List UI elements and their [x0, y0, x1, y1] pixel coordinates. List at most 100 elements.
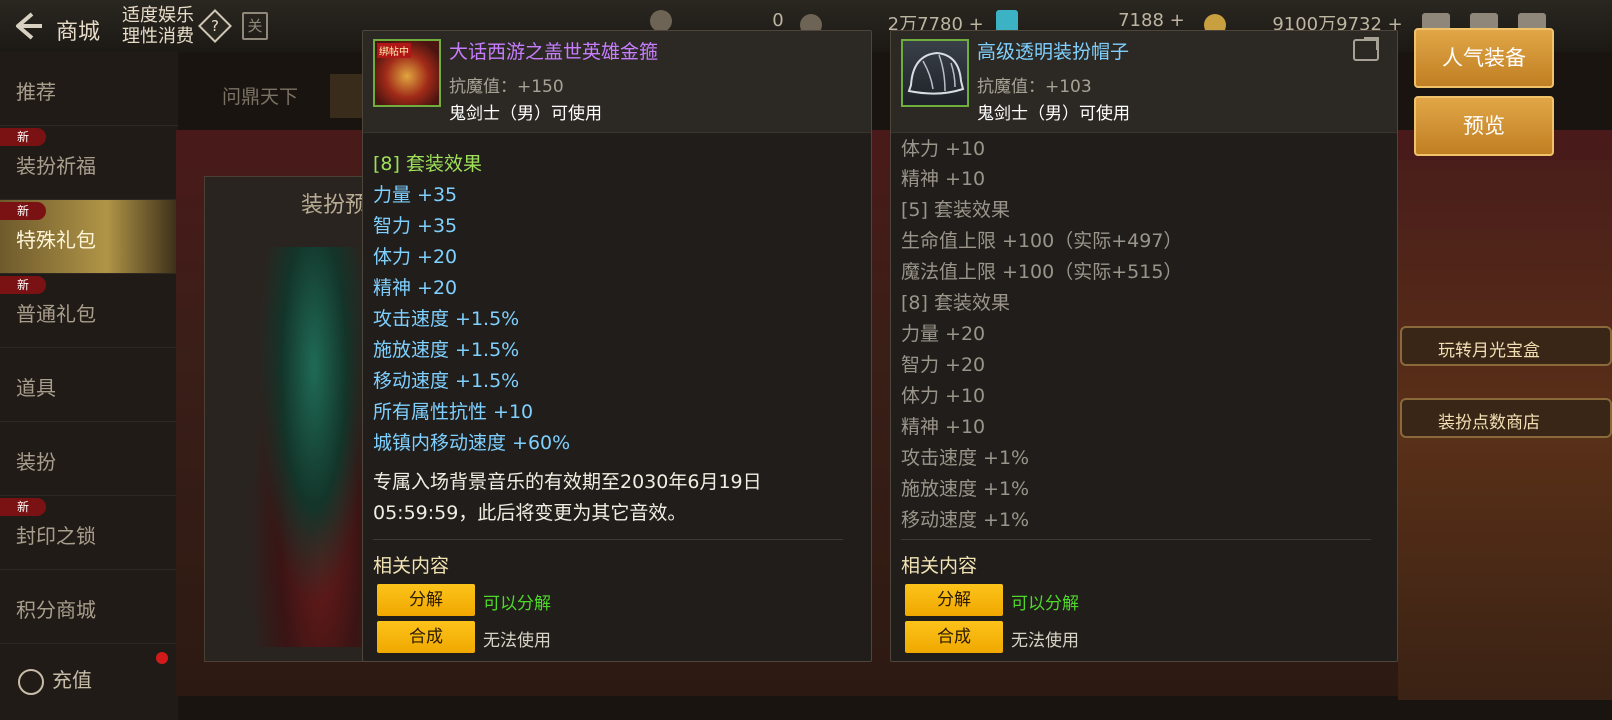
notice-line-1: 适度娱乐	[122, 5, 194, 26]
stat-line: 生命值上限 +100（实际+497）	[901, 230, 1183, 252]
sidebar-item-dress-blessing[interactable]: 新 装扮祈福	[0, 126, 178, 200]
currency-1-value: 0	[772, 10, 784, 31]
sidebar-item-normal-pack[interactable]: 新 普通礼包	[0, 274, 178, 348]
sidebar-item-special-pack[interactable]: 新 特殊礼包	[0, 200, 178, 274]
currency-3-value: 7188 +	[1118, 10, 1185, 31]
notification-dot	[156, 652, 168, 664]
stats-scroll-area[interactable]: 体力 +10 精神 +10 [5] 套装效果 生命值上限 +100（实际+497…	[891, 134, 1397, 534]
decompose-button[interactable]: 分解	[905, 584, 1003, 616]
preview-title: 装扮预	[301, 193, 368, 218]
stat-line: 移动速度 +1.5%	[373, 370, 520, 392]
item-name: 高级透明装扮帽子	[977, 41, 1130, 63]
sidebar-item-label: 装扮	[16, 450, 56, 474]
stat-line: 体力 +10	[901, 385, 986, 407]
synthesize-button[interactable]: 合成	[377, 621, 475, 653]
coin-icon	[650, 10, 672, 32]
item-icon-badge: 绑帖中	[377, 43, 411, 58]
stat-line: 魔法值上限 +100（实际+515）	[901, 261, 1183, 283]
moderation-notice: 适度娱乐 理性消费	[122, 5, 194, 47]
new-badge: 新	[0, 276, 46, 294]
recharge-button[interactable]: 充值	[18, 664, 92, 695]
item-icon	[901, 39, 969, 107]
tooltip-header: 高级透明装扮帽子 抗魔值：+103 鬼剑士（男）可使用	[891, 31, 1397, 133]
stat-line: 精神 +10	[901, 416, 986, 438]
item-tooltip-left: 绑帖中 大话西游之盖世英雄金箍 抗魔值：+150 鬼剑士（男）可使用 [8] 套…	[362, 30, 872, 662]
decompose-status: 可以分解	[483, 594, 551, 614]
transparent-hat-icon	[907, 51, 965, 95]
popular-equipment-button[interactable]: 人气装备	[1414, 28, 1554, 88]
help-glyph: ?	[211, 17, 219, 35]
crystal-icon	[996, 10, 1018, 32]
share-icon[interactable]	[1353, 37, 1379, 61]
related-title: 相关内容	[901, 555, 978, 577]
sidebar-item-label: 推荐	[16, 80, 56, 104]
stat-line: 所有属性抗性 +10	[373, 401, 534, 423]
promo-moonlight-box[interactable]: 玩转月光宝盒	[1400, 326, 1612, 366]
decompose-button[interactable]: 分解	[377, 584, 475, 616]
set-effect-line: [8] 套装效果	[901, 292, 1010, 314]
recharge-icon	[18, 668, 44, 695]
promo-dress-points-shop[interactable]: 装扮点数商店	[1400, 398, 1612, 438]
sidebar-item-label: 道具	[16, 376, 56, 400]
notice-line-2: 理性消费	[122, 26, 194, 47]
divider	[901, 539, 1371, 540]
calendar-glyph: 关	[247, 17, 263, 35]
synthesize-status: 无法使用	[483, 631, 551, 651]
tooltip-header: 绑帖中 大话西游之盖世英雄金箍 抗魔值：+150 鬼剑士（男）可使用	[363, 31, 871, 133]
back-arrow-icon[interactable]	[10, 10, 46, 42]
sidebar-item-items[interactable]: 道具	[0, 348, 178, 422]
item-stat: 抗魔值：+103	[977, 77, 1092, 97]
new-badge: 新	[0, 498, 46, 516]
tab-wending[interactable]: 问鼎天下	[222, 82, 298, 109]
stat-line: 体力 +20	[373, 246, 458, 268]
help-icon[interactable]: ?	[198, 9, 232, 43]
stat-line: 力量 +20	[901, 323, 986, 345]
stat-line: 力量 +35	[373, 184, 458, 206]
stat-line: 精神 +20	[373, 277, 458, 299]
stat-line: 精神 +10	[901, 168, 986, 190]
stat-line: 攻击速度 +1.5%	[373, 308, 520, 330]
synthesize-status: 无法使用	[1011, 631, 1079, 651]
sidebar-item-avatar[interactable]: 装扮	[0, 422, 178, 496]
page-title: 商城	[56, 20, 101, 45]
preview-button[interactable]: 预览	[1414, 96, 1554, 156]
sidebar-item-label: 封印之锁	[16, 524, 96, 548]
item-usable: 鬼剑士（男）可使用	[449, 104, 602, 124]
sidebar: 推荐 新 装扮祈福 新 特殊礼包 新 普通礼包 道具 装扮 新 封印之锁 积分商…	[0, 52, 178, 720]
related-title: 相关内容	[373, 555, 450, 577]
sidebar-item-label: 普通礼包	[16, 302, 96, 326]
stat-line: 施放速度 +1.5%	[373, 339, 520, 361]
new-badge: 新	[0, 202, 46, 220]
promo-label: 装扮点数商店	[1438, 413, 1540, 433]
synthesize-button[interactable]: 合成	[905, 621, 1003, 653]
set-effect-line: [5] 套装效果	[901, 199, 1010, 221]
character-image	[249, 247, 379, 647]
item-icon: 绑帖中	[373, 39, 441, 107]
sidebar-item-seal-lock[interactable]: 新 封印之锁	[0, 496, 178, 570]
new-badge: 新	[0, 128, 46, 146]
sidebar-item-points-shop[interactable]: 积分商城	[0, 570, 178, 644]
item-name: 大话西游之盖世英雄金箍	[449, 41, 659, 63]
item-stat: 抗魔值：+150	[449, 77, 564, 97]
stat-line: 施放速度 +1%	[901, 478, 1030, 500]
stat-line: 攻击速度 +1%	[901, 447, 1030, 469]
item-description: 专属入场背景音乐的有效期至2030年6月19日05:59:59，此后将变更为其它…	[373, 471, 762, 524]
stat-line: 智力 +20	[901, 354, 986, 376]
promo-label: 玩转月光宝盒	[1438, 341, 1540, 361]
decompose-status: 可以分解	[1011, 594, 1079, 614]
recharge-label: 充值	[52, 668, 92, 692]
stat-line: 体力 +10	[901, 138, 986, 160]
item-tooltip-right: 高级透明装扮帽子 抗魔值：+103 鬼剑士（男）可使用 体力 +10 精神 +1…	[890, 30, 1398, 662]
stat-line: 智力 +35	[373, 215, 458, 237]
avatar-preview-panel: 装扮预	[204, 176, 379, 662]
sidebar-item-label: 装扮祈福	[16, 154, 96, 178]
calendar-icon[interactable]: 关	[242, 12, 268, 40]
stat-line: 城镇内移动速度 +60%	[373, 432, 571, 454]
item-usable: 鬼剑士（男）可使用	[977, 104, 1130, 124]
sidebar-item-label: 积分商城	[16, 598, 96, 622]
sidebar-item-label: 特殊礼包	[16, 228, 96, 252]
sidebar-item-recommend[interactable]: 推荐	[0, 52, 178, 126]
divider	[373, 539, 843, 540]
set-effect-line: [8] 套装效果	[373, 153, 482, 175]
stat-line: 移动速度 +1%	[901, 509, 1030, 531]
